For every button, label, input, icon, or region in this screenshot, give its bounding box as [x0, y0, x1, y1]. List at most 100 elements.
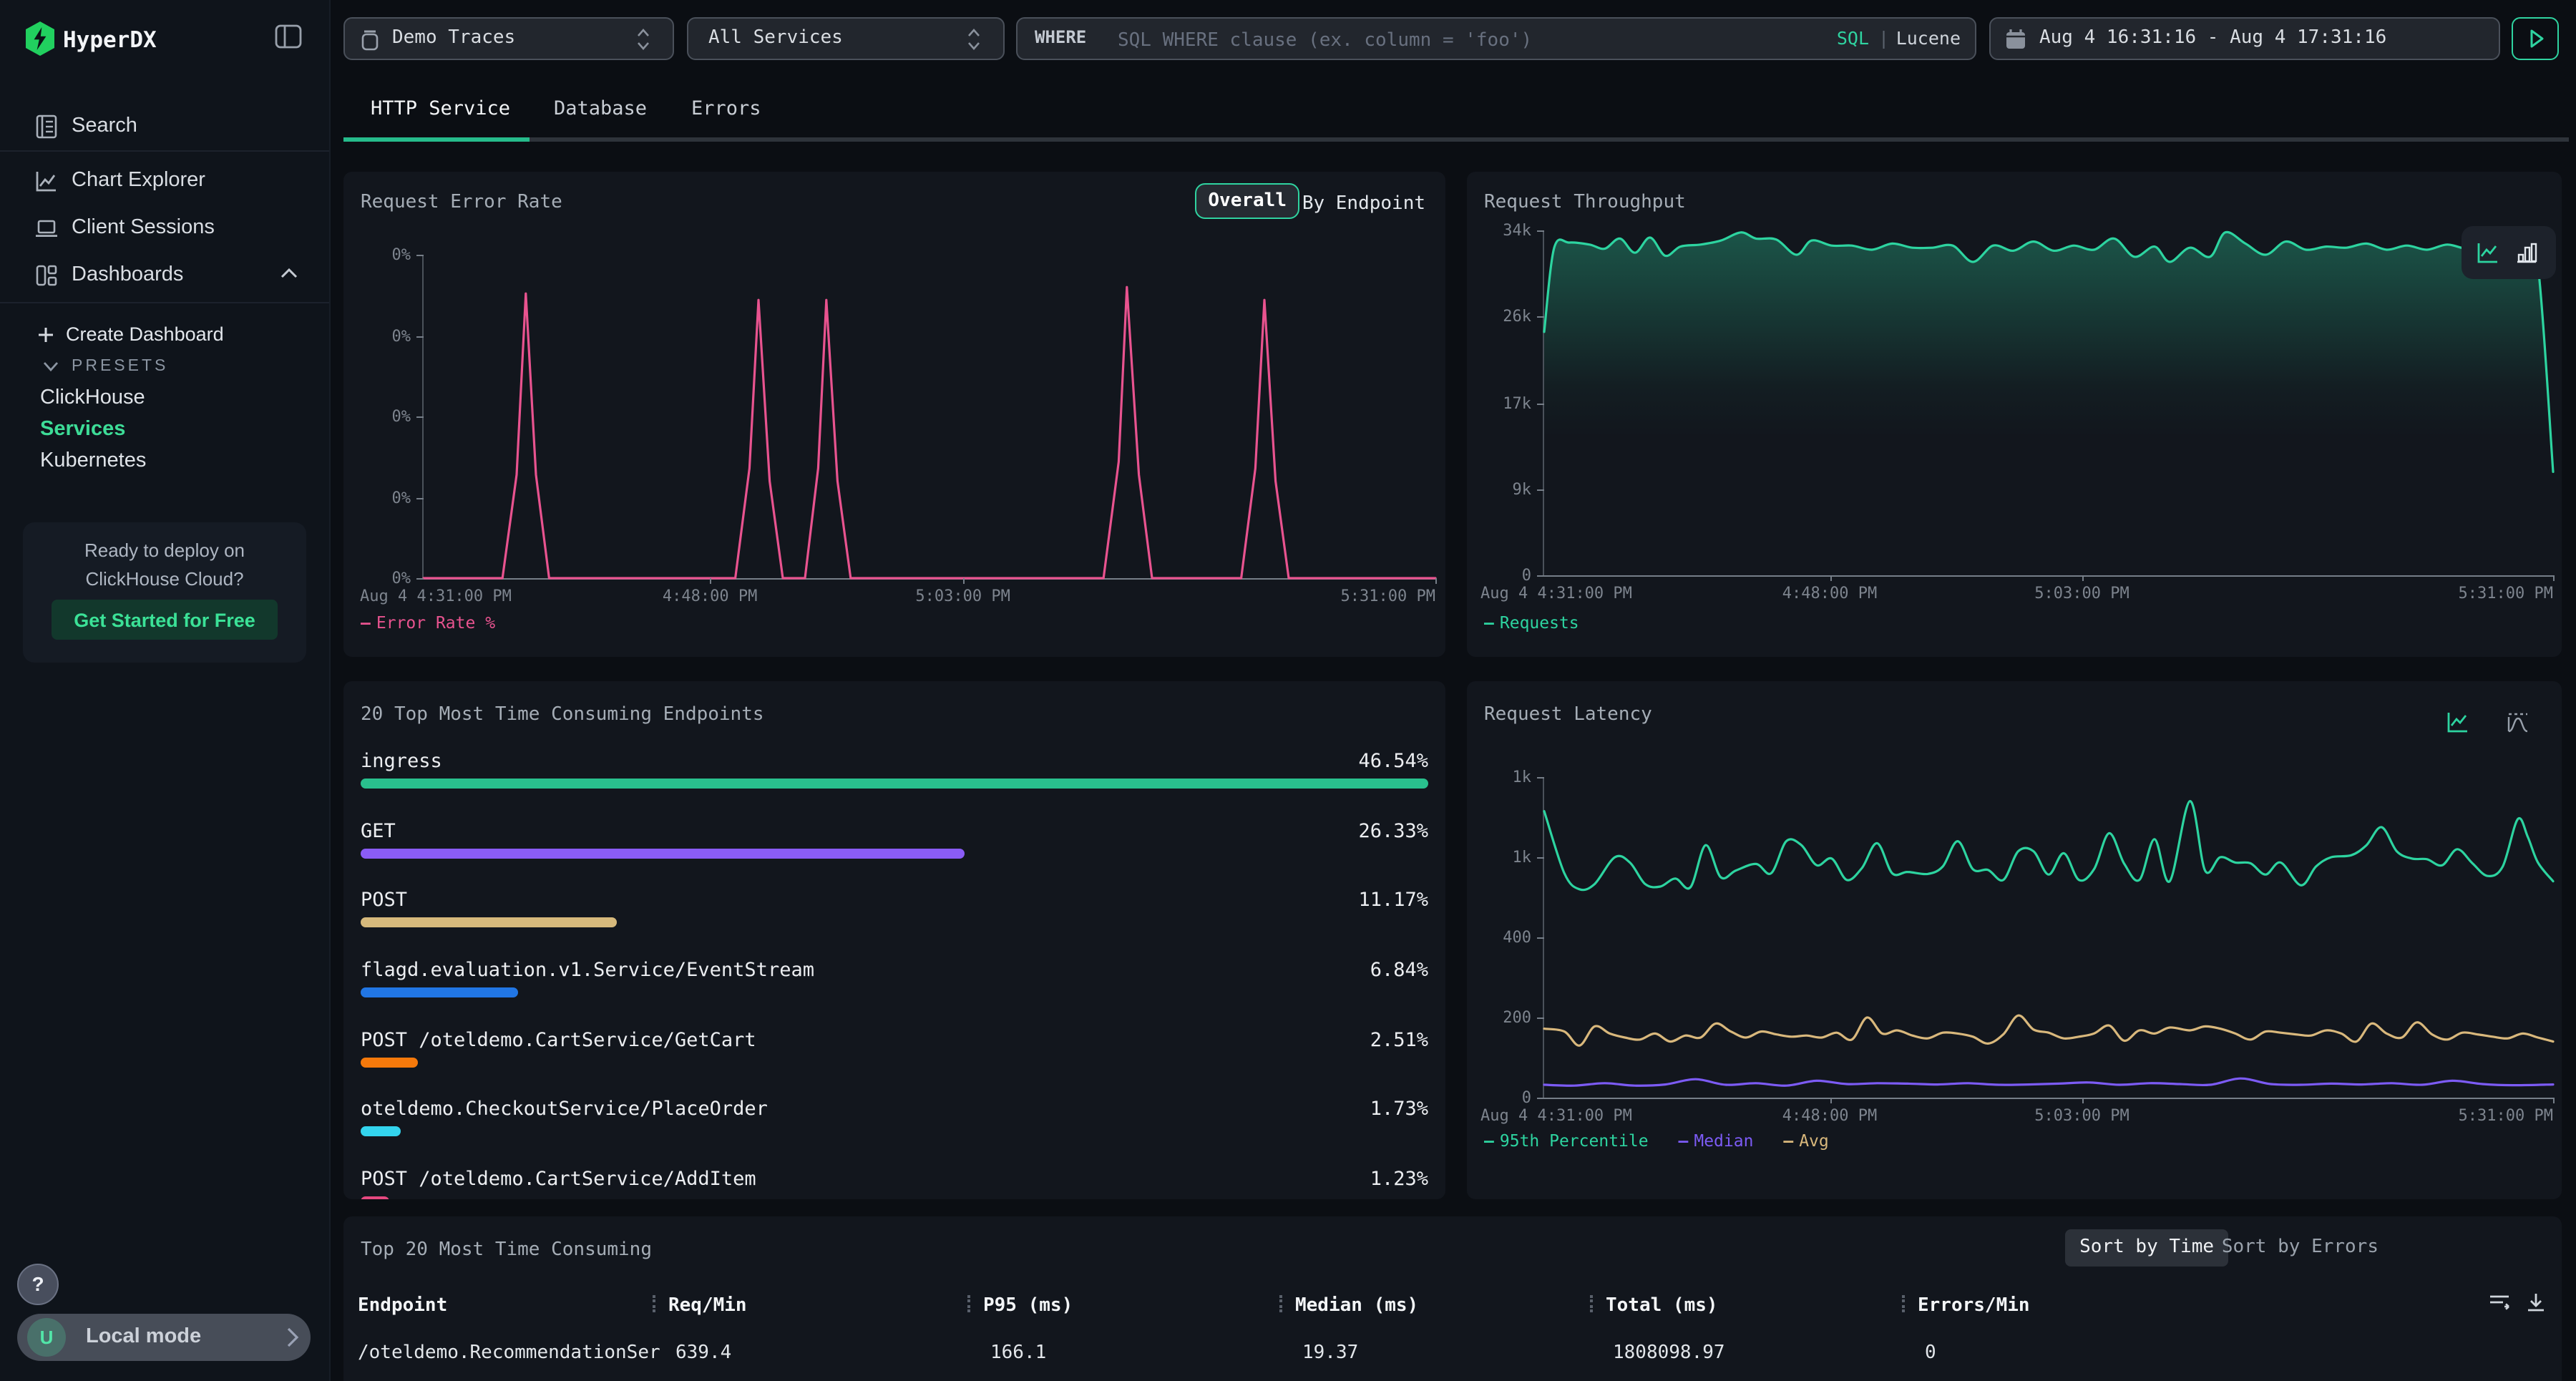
- column-resize-handle[interactable]: [1279, 1295, 1285, 1312]
- column-header-endpoint[interactable]: Endpoint: [358, 1295, 447, 1317]
- table-cell[interactable]: 639.4: [675, 1342, 731, 1364]
- column-resize-handle[interactable]: [653, 1295, 658, 1312]
- column-resize-handle[interactable]: [967, 1295, 973, 1312]
- panel-request-error-rate: Request Error Rate Overall By Endpoint 0…: [343, 172, 1445, 657]
- get-started-button[interactable]: Get Started for Free: [52, 600, 278, 640]
- sort-by-time-button[interactable]: Sort by Time: [2065, 1229, 2228, 1267]
- histogram-toggle-icon[interactable]: [2506, 710, 2532, 734]
- by-endpoint-toggle-button[interactable]: By Endpoint: [1302, 193, 1425, 215]
- sidebar-preset-clickhouse[interactable]: ClickHouse: [0, 384, 329, 415]
- database-icon: [359, 29, 381, 52]
- preset-label: ClickHouse: [40, 386, 145, 409]
- column-resize-handle[interactable]: [1902, 1295, 1908, 1312]
- table-cell[interactable]: 19.37: [1302, 1342, 1358, 1364]
- endpoint-row[interactable]: GET26.33%: [361, 819, 1428, 885]
- where-label: WHERE: [1035, 27, 1086, 47]
- endpoint-label: GET: [361, 819, 396, 842]
- hyperdx-logo-icon: [23, 20, 57, 57]
- download-icon[interactable]: [2524, 1291, 2547, 1319]
- app-root: HyperDX Search Chart Explorer: [0, 0, 2576, 1381]
- y-tick-mark: [416, 336, 424, 337]
- endpoint-row[interactable]: POST /oteldemo.CartService/GetCart2.51%: [361, 1028, 1428, 1094]
- column-header-p95-ms-[interactable]: P95 (ms): [967, 1295, 1073, 1317]
- lucene-mode-toggle[interactable]: Lucene: [1896, 27, 1961, 49]
- table-cell[interactable]: 0: [1925, 1342, 1936, 1364]
- error-rate-chart[interactable]: 0%0%0%0%0%Aug 4 4:31:00 PM4:48:00 PM5:03…: [422, 255, 1435, 580]
- line-chart-toggle-icon[interactable]: [2476, 240, 2500, 265]
- column-header-total-ms-[interactable]: Total (ms): [1590, 1295, 1718, 1317]
- logo-row: HyperDX: [0, 17, 329, 63]
- calendar-icon: [2005, 29, 2026, 50]
- sidebar-preset-services[interactable]: Services: [0, 415, 329, 446]
- line-chart-toggle-icon[interactable]: [2446, 710, 2470, 734]
- column-header-req-min[interactable]: Req/Min: [653, 1295, 747, 1317]
- sidebar-preset-kubernetes[interactable]: Kubernetes: [0, 446, 329, 478]
- select-chevrons-icon: [635, 27, 651, 52]
- sidebar-item-search[interactable]: Search: [0, 106, 329, 149]
- sort-by-errors-button[interactable]: Sort by Errors: [2207, 1229, 2393, 1267]
- overall-toggle-button[interactable]: Overall: [1195, 183, 1299, 219]
- sidebar: HyperDX Search Chart Explorer: [0, 0, 331, 1381]
- legend-item[interactable]: —Avg: [1783, 1131, 1828, 1151]
- table-cell[interactable]: 1808098.97: [1613, 1342, 1725, 1364]
- run-query-button[interactable]: [2512, 17, 2559, 60]
- user-menu[interactable]: U Local mode: [17, 1314, 311, 1361]
- endpoint-bar: [361, 1196, 389, 1199]
- tab-http-service[interactable]: HTTP Service: [371, 97, 510, 129]
- table-cell[interactable]: 166.1: [990, 1342, 1046, 1364]
- endpoint-row[interactable]: POST11.17%: [361, 889, 1428, 955]
- endpoint-bar: [361, 987, 518, 997]
- chevron-up-icon: [280, 268, 298, 279]
- x-tick-label: 5:03:00 PM: [2034, 1106, 2129, 1125]
- search-bar[interactable]: WHERE SQL | Lucene: [1016, 17, 1976, 60]
- column-order-icon[interactable]: [2487, 1291, 2512, 1319]
- y-tick-mark: [416, 416, 424, 418]
- y-tick-mark: [416, 578, 424, 580]
- endpoint-percent: 46.54%: [1358, 750, 1428, 773]
- y-tick-mark: [1537, 317, 1544, 318]
- sidebar-item-client-sessions[interactable]: Client Sessions: [0, 208, 329, 250]
- endpoint-row[interactable]: ingress 46.54%: [361, 750, 1428, 816]
- column-resize-handle[interactable]: [1590, 1295, 1596, 1312]
- help-button[interactable]: ?: [17, 1264, 59, 1305]
- endpoint-row[interactable]: oteldemo.CheckoutService/PlaceOrder1.73%: [361, 1098, 1428, 1164]
- y-tick-mark: [416, 497, 424, 499]
- tab-database[interactable]: Database: [554, 97, 647, 129]
- plus-icon: [37, 326, 54, 343]
- endpoint-percent: 1.73%: [1370, 1098, 1428, 1121]
- sidebar-item-label: Dashboards: [72, 263, 183, 286]
- endpoint-row[interactable]: flagd.evaluation.v1.Service/EventStream6…: [361, 959, 1428, 1025]
- legend-swatch: —: [1783, 1131, 1793, 1151]
- endpoint-percent: 1.23%: [1370, 1168, 1428, 1191]
- legend-item[interactable]: —Error Rate %: [361, 613, 495, 633]
- search-input[interactable]: [1115, 20, 1722, 60]
- endpoint-label: ingress: [361, 750, 442, 773]
- presets-toggle[interactable]: PRESETS: [0, 353, 329, 382]
- legend-item[interactable]: —Requests: [1484, 613, 1579, 633]
- column-header-errors-min[interactable]: Errors/Min: [1902, 1295, 2030, 1317]
- x-tick-mark: [963, 578, 965, 584]
- sidebar-item-chart-explorer[interactable]: Chart Explorer: [0, 160, 329, 203]
- legend-item[interactable]: —95th Percentile: [1484, 1131, 1649, 1151]
- x-tick-mark: [710, 578, 711, 584]
- endpoint-bar: [361, 918, 617, 928]
- table-cell[interactable]: /oteldemo.RecommendationServ: [358, 1342, 661, 1364]
- tab-errors[interactable]: Errors: [691, 97, 761, 129]
- sidebar-item-dashboards[interactable]: Dashboards: [0, 255, 329, 298]
- endpoint-row[interactable]: POST /oteldemo.CartService/AddItem1.23%: [361, 1168, 1428, 1199]
- journal-icon: [34, 114, 59, 139]
- bar-chart-toggle-icon[interactable]: [2514, 240, 2539, 265]
- x-tick-label: 5:31:00 PM: [2459, 1106, 2553, 1125]
- service-select[interactable]: All Services: [687, 17, 1005, 60]
- create-dashboard-button[interactable]: Create Dashboard: [0, 321, 329, 352]
- column-header-median-ms-[interactable]: Median (ms): [1279, 1295, 1418, 1317]
- sidebar-divider: [0, 302, 329, 303]
- source-select[interactable]: Demo Traces: [343, 17, 674, 60]
- throughput-chart[interactable]: 34k26k17k9k0Aug 4 4:31:00 PM4:48:00 PM5:…: [1543, 230, 2553, 577]
- time-range-picker[interactable]: Aug 4 16:31:16 - Aug 4 17:31:16: [1989, 17, 2500, 60]
- legend-item[interactable]: —Median: [1678, 1131, 1753, 1151]
- latency-chart[interactable]: 1k1k4002000Aug 4 4:31:00 PM4:48:00 PM5:0…: [1543, 777, 2553, 1099]
- sidebar-collapse-icon[interactable]: [275, 24, 302, 49]
- user-label: Local mode: [86, 1325, 201, 1348]
- sql-mode-toggle[interactable]: SQL: [1837, 27, 1869, 49]
